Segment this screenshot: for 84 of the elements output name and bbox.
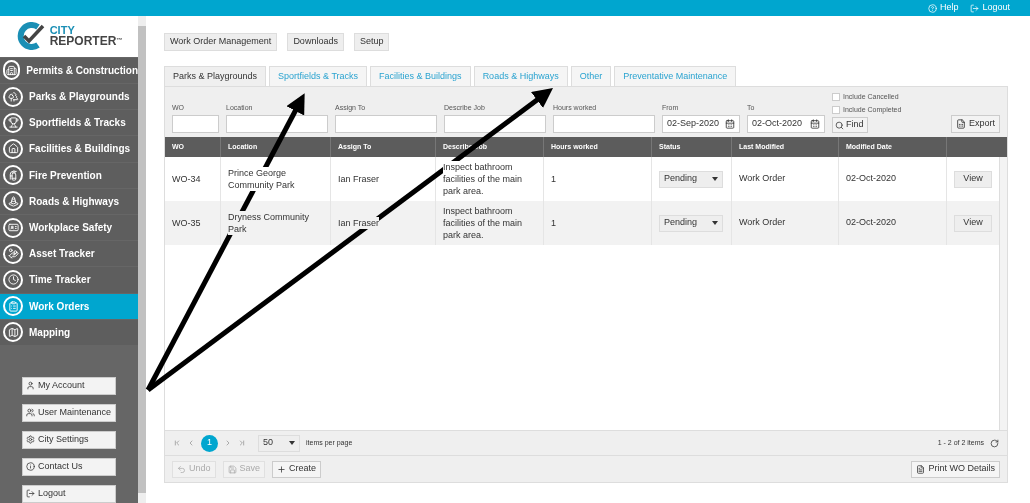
- money-hand-icon: [3, 243, 23, 264]
- building-icon: [3, 60, 21, 81]
- caret-icon: [712, 177, 718, 181]
- tree-icon: [3, 86, 23, 107]
- print-button[interactable]: Print WO Details: [911, 460, 1000, 478]
- check-logo-icon: [15, 22, 46, 51]
- checkbox[interactable]: [832, 105, 840, 114]
- plus-icon: [277, 464, 287, 474]
- checkbox[interactable]: [832, 93, 840, 102]
- table-cell: WO-35: [165, 201, 221, 245]
- caret-icon: [289, 441, 295, 445]
- table-scrollbar[interactable]: [999, 157, 1007, 430]
- sidebar-scrollbar[interactable]: [138, 16, 146, 503]
- toolbar-button[interactable]: Downloads: [287, 33, 344, 51]
- spreadsheet-icon: [956, 119, 966, 129]
- sidebar-item[interactable]: Time Tracker: [0, 267, 138, 293]
- table-cell: 02-Oct-2020: [839, 201, 947, 245]
- calendar-icon: [725, 119, 735, 129]
- map-icon: [3, 322, 23, 343]
- clock-icon: [3, 269, 23, 290]
- document-icon: [916, 464, 926, 474]
- table-cell: 1: [544, 201, 652, 245]
- filter-field[interactable]: [226, 115, 328, 133]
- sidebar-button[interactable]: City Settings: [22, 430, 116, 449]
- search-icon: [835, 120, 844, 130]
- table-cell: Work Order: [732, 201, 839, 245]
- logo-text: REPORTER$^{™}$: [49, 36, 123, 48]
- user-icon: [26, 381, 35, 391]
- sidebar-item[interactable]: Mapping: [0, 319, 138, 345]
- help-icon: [927, 3, 937, 13]
- house-icon: [3, 138, 23, 159]
- sidebar-item[interactable]: Facilities & Buildings: [0, 136, 138, 162]
- clipboard-icon: [3, 296, 23, 317]
- sidebar-item[interactable]: Workplace Safety: [0, 214, 138, 241]
- date-field[interactable]: 02-Oct-2020: [747, 115, 825, 133]
- extinguisher-icon: [3, 165, 23, 186]
- trophy-icon: [3, 112, 23, 133]
- logout-icon: [970, 3, 980, 13]
- save-icon: [227, 464, 237, 474]
- status-dropdown[interactable]: Pending: [659, 170, 723, 188]
- info-icon: [26, 462, 35, 472]
- toolbar-button[interactable]: Setup: [353, 33, 390, 51]
- undo-icon: [177, 464, 186, 474]
- action-button[interactable]: Create: [272, 460, 322, 478]
- id-card-icon: [3, 217, 23, 238]
- sidebar-item[interactable]: Fire Prevention: [0, 162, 138, 188]
- table-cell: Prince George Community Park: [221, 157, 331, 201]
- previous-page-icon[interactable]: [187, 439, 195, 447]
- view-button[interactable]: View: [954, 214, 992, 232]
- next-page-icon[interactable]: [224, 439, 232, 447]
- status-dropdown[interactable]: Pending: [659, 214, 723, 232]
- filter-field[interactable]: [553, 115, 655, 133]
- logout-icon: [26, 489, 35, 499]
- sidebar-button[interactable]: User Maintenance: [22, 403, 116, 422]
- page-size-dropdown[interactable]: 50: [258, 434, 300, 452]
- table-cell: Ian Fraser: [331, 201, 436, 245]
- sidebar-button[interactable]: Contact Us: [22, 457, 116, 476]
- find-button[interactable]: Find: [832, 117, 868, 133]
- sidebar-button[interactable]: My Account: [22, 376, 116, 395]
- refresh-icon[interactable]: [990, 438, 999, 448]
- sidebar-item[interactable]: Parks & Playgrounds: [0, 83, 138, 110]
- sidebar-item[interactable]: Roads & Highways: [0, 188, 138, 214]
- filter-field[interactable]: [335, 115, 437, 133]
- caret-icon: [712, 221, 718, 225]
- view-button[interactable]: View: [954, 170, 992, 188]
- last-page-icon[interactable]: [238, 439, 246, 447]
- sidebar-item[interactable]: Asset Tracker: [0, 241, 138, 267]
- calendar-icon: [810, 119, 820, 129]
- first-page-icon[interactable]: [173, 439, 181, 447]
- sidebar-item[interactable]: Permits & Construction: [0, 57, 138, 83]
- tab[interactable]: Parks & Playgrounds: [164, 66, 267, 86]
- sidebar-item[interactable]: Sportfields & Tracks: [0, 110, 138, 136]
- export-button[interactable]: Export: [951, 115, 1000, 133]
- traffic-light-icon: [3, 191, 23, 212]
- table-cell: Dryness Community Park: [221, 201, 331, 245]
- users-icon: [26, 408, 35, 418]
- logo-text: CITY: [49, 25, 75, 37]
- settings-icon: [26, 435, 35, 445]
- filter-field[interactable]: [172, 115, 219, 133]
- toolbar-button[interactable]: Work Order Management: [164, 33, 278, 51]
- filter-field[interactable]: [444, 115, 546, 133]
- sidebar-button[interactable]: Logout: [22, 484, 116, 503]
- date-field[interactable]: 02-Sep-2020: [662, 115, 740, 133]
- logo[interactable]: CITY REPORTER$^{™}$: [0, 16, 138, 57]
